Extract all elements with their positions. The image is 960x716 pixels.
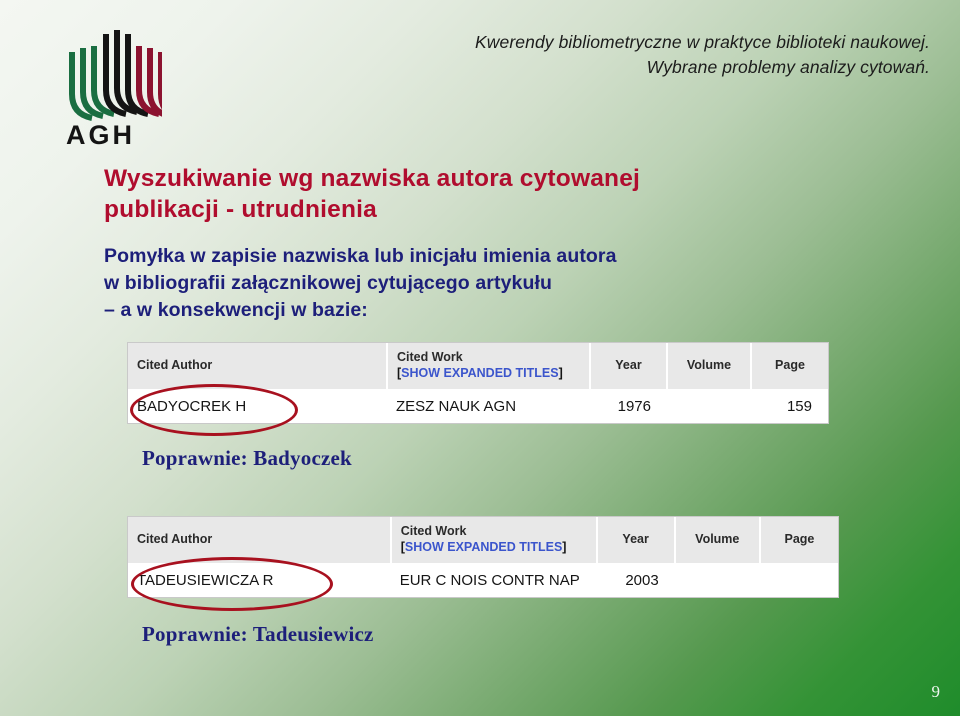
cell-volume [667,390,751,424]
running-title-line-1: Kwerendy bibliometryczne w praktyce bibl… [475,32,930,52]
show-expanded-titles-toggle[interactable]: [SHOW EXPANDED TITLES] [401,540,587,556]
cell-page [759,564,838,598]
presentation-slide: AGH Kwerendy bibliometryczne w praktyce … [0,0,960,716]
cell-year: 1976 [590,390,667,424]
show-expanded-titles-toggle[interactable]: [SHOW EXPANDED TITLES] [397,366,580,382]
bracket-close: ] [558,365,563,380]
body-line-2: w bibliografii załącznikowej cytującego … [104,271,552,294]
citation-table-1-header: Cited Author Cited Work [SHOW EXPANDED T… [128,343,828,392]
cited-work-label: Cited Work [400,524,467,538]
column-header-cited-work: Cited Work [SHOW EXPANDED TITLES] [390,517,598,566]
citation-table-2-grid: Cited Author Cited Work [SHOW EXPANDED T… [128,517,838,598]
cell-cited-work: EUR C NOIS CONTR NAP [390,564,597,598]
show-expanded-titles-link[interactable]: SHOW EXPANDED TITLES [401,366,558,380]
column-header-volume: Volume [674,517,761,566]
cell-cited-author: BADYOCREK H [128,390,387,424]
cell-year: 2003 [596,564,675,598]
cell-cited-author: TADEUSIEWICZA R [128,564,391,598]
slide-body-text: Pomyłka w zapisie nazwiska lub inicjału … [104,243,894,324]
agh-logo-mark [69,30,162,121]
table-header-row: Cited Author Cited Work [SHOW EXPANDED T… [128,343,828,392]
correction-caption-2: Poprawnie: Tadeusiewicz [142,622,374,646]
correction-caption-1: Poprawnie: Badyoczek [142,446,352,470]
citation-table-1-grid: Cited Author Cited Work [SHOW EXPANDED T… [128,343,828,424]
bracket-close: ] [562,539,567,554]
agh-wordmark: AGH [66,120,135,150]
cited-work-label: Cited Work [397,350,463,364]
table-header-row: Cited Author Cited Work [SHOW EXPANDED T… [128,517,838,566]
slide-title: Wyszukiwanie wg nazwiska autora cytowane… [104,163,864,226]
citation-table-2-header: Cited Author Cited Work [SHOW EXPANDED T… [128,517,838,566]
cell-volume [674,564,760,598]
cell-page: 159 [751,390,828,424]
citation-table-1: Cited Author Cited Work [SHOW EXPANDED T… [128,343,828,424]
column-header-page: Page [751,343,828,392]
table-row: TADEUSIEWICZA R EUR C NOIS CONTR NAP 200… [128,564,838,598]
show-expanded-titles-link[interactable]: SHOW EXPANDED TITLES [405,540,562,554]
column-header-cited-author: Cited Author [128,517,392,566]
slide-number: 9 [931,682,941,701]
column-header-page: Page [759,517,838,566]
column-header-cited-work: Cited Work [SHOW EXPANDED TITLES] [387,343,591,392]
slide-title-line-2: publikacji - utrudnienia [104,196,377,224]
agh-logo: AGH [62,26,162,154]
column-header-year: Year [596,517,676,566]
running-title-line-2: Wybrane problemy analizy cytowań. [646,56,930,77]
column-header-volume: Volume [667,343,752,392]
cell-cited-work: ZESZ NAUK AGN [387,390,590,424]
body-line-1: Pomyłka w zapisie nazwiska lub inicjału … [104,245,617,267]
citation-table-1-body: BADYOCREK H ZESZ NAUK AGN 1976 159 [128,390,828,424]
column-header-cited-author: Cited Author [128,343,388,392]
body-line-3: – a w konsekwencji w bazie: [104,298,368,321]
column-header-year: Year [590,343,668,392]
running-title: Kwerendy bibliometryczne w praktyce bibl… [300,30,930,80]
table-row: BADYOCREK H ZESZ NAUK AGN 1976 159 [128,390,828,424]
citation-table-2-body: TADEUSIEWICZA R EUR C NOIS CONTR NAP 200… [128,564,838,598]
slide-title-line-1: Wyszukiwanie wg nazwiska autora cytowane… [104,165,641,192]
citation-table-2: Cited Author Cited Work [SHOW EXPANDED T… [128,517,838,598]
